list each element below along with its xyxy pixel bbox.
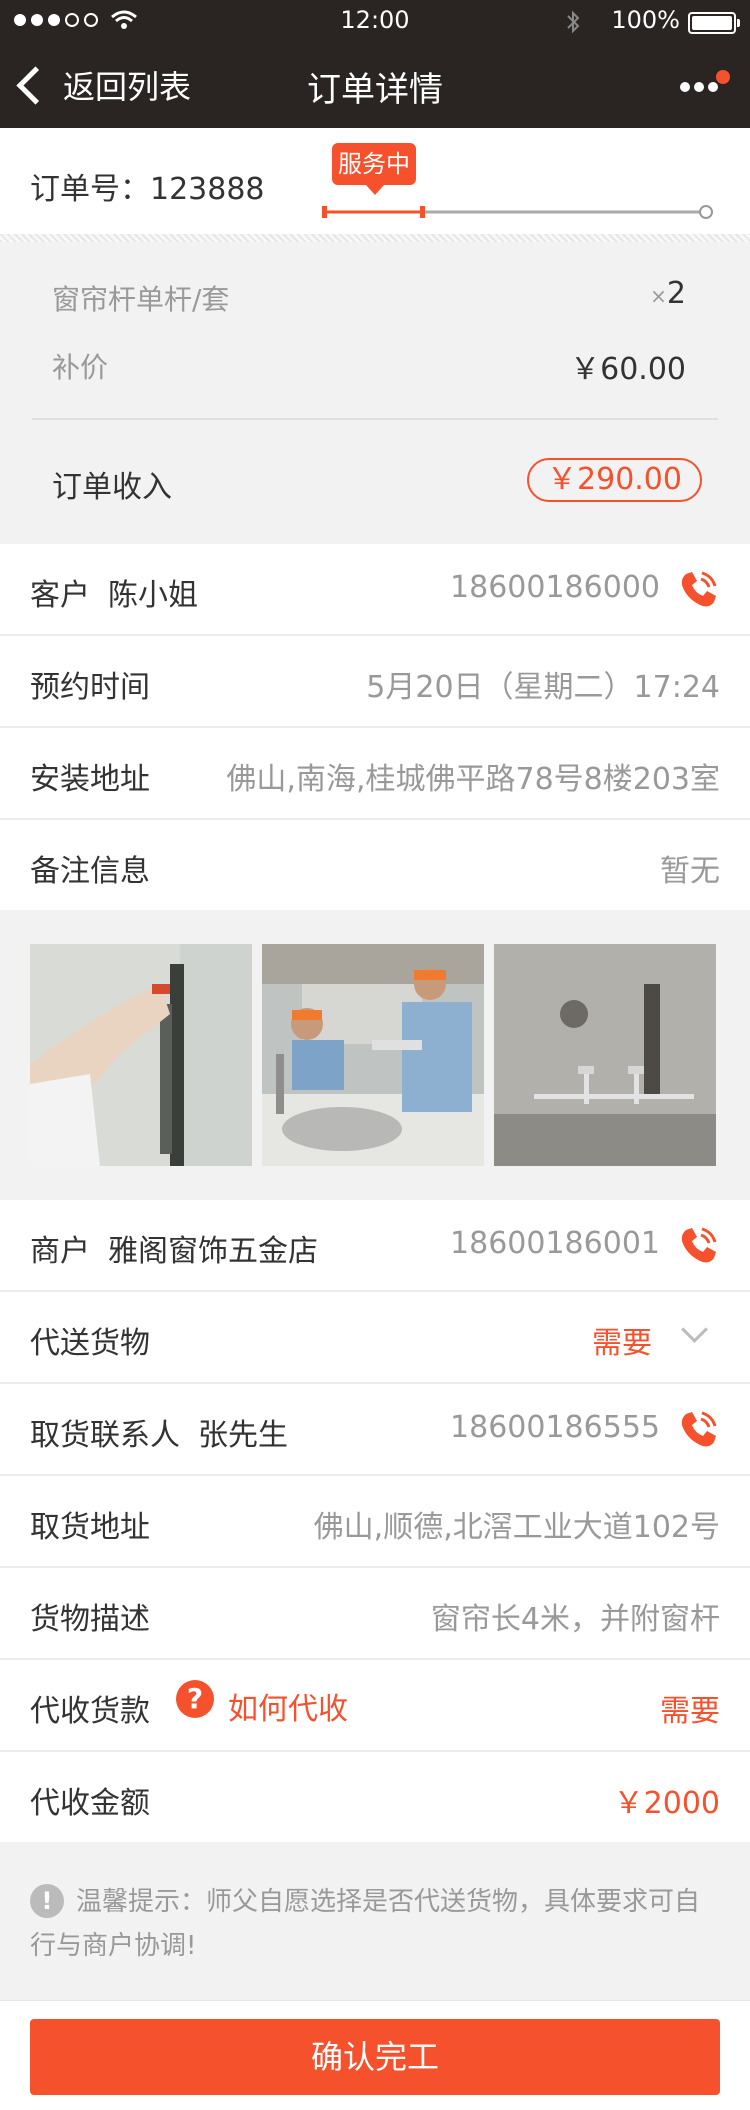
remarks-row: 备注信息 暂无 bbox=[0, 820, 750, 912]
phone-icon[interactable] bbox=[676, 1224, 720, 1268]
income-label: 订单收入 bbox=[52, 470, 172, 505]
hatch-divider bbox=[0, 234, 750, 242]
photo-workers-kitchen[interactable] bbox=[262, 944, 484, 1166]
goods-description-value: 窗帘长4米，并附窗杆 bbox=[430, 1602, 720, 1637]
photo-window-install[interactable] bbox=[30, 944, 252, 1166]
bluetooth-icon bbox=[567, 10, 580, 34]
item-quantity: ×2 bbox=[650, 276, 686, 311]
battery-percentage: 100% bbox=[611, 6, 680, 34]
header: 12:00 100% 返回列表 订单详情 bbox=[0, 0, 750, 128]
notice: ! 温馨提示：师父自愿选择是否代送货物，具体要求可自行与商户协调! bbox=[0, 1844, 750, 2000]
pickup-contact-label: 取货联系人 张先生 bbox=[30, 1418, 288, 1453]
cod-amount-row: 代收金额 ￥2000 bbox=[0, 1752, 750, 1842]
delivery-label: 代送货物 bbox=[30, 1326, 150, 1361]
goods-description-label: 货物描述 bbox=[30, 1602, 150, 1637]
phone-icon[interactable] bbox=[676, 1408, 720, 1452]
phone-icon[interactable] bbox=[676, 568, 720, 612]
cod-row: 代收货款 ? 如何代收 需要 bbox=[0, 1660, 750, 1752]
pickup-contact-row: 取货联系人 张先生 18600186555 bbox=[0, 1384, 750, 1476]
how-to-collect-link[interactable]: 如何代收 bbox=[228, 1684, 348, 1728]
more-menu-button[interactable] bbox=[680, 70, 730, 102]
photo-gallery bbox=[0, 910, 750, 1198]
remarks-label: 备注信息 bbox=[30, 854, 150, 889]
quantity-value: 2 bbox=[666, 276, 686, 311]
cod-label: 代收货款 bbox=[30, 1694, 150, 1729]
income-value: ￥290.00 bbox=[527, 458, 702, 502]
cod-amount-label: 代收金额 bbox=[30, 1786, 150, 1821]
item-name: 窗帘杆单杆/套 bbox=[52, 283, 230, 316]
quantity-prefix: × bbox=[650, 284, 667, 308]
pickup-address-label: 取货地址 bbox=[30, 1510, 150, 1545]
confirm-complete-button[interactable]: 确认完工 bbox=[30, 2019, 720, 2095]
supplement-value: ￥60.00 bbox=[570, 352, 686, 387]
divider bbox=[32, 418, 718, 420]
merchant-phone: 18600186001 bbox=[450, 1226, 660, 1261]
appointment-value: 5月20日（星期二）17:24 bbox=[366, 670, 720, 705]
battery-icon bbox=[688, 12, 740, 34]
install-address-value: 佛山,南海,桂城佛平路78号8楼203室 bbox=[226, 762, 720, 797]
navigation-bar: 返回列表 订单详情 bbox=[0, 44, 750, 128]
cod-value[interactable]: 需要 bbox=[660, 1686, 720, 1730]
install-address-row: 安装地址 佛山,南海,桂城佛平路78号8楼203室 bbox=[0, 728, 750, 820]
delivery-row[interactable]: 代送货物 需要 bbox=[0, 1292, 750, 1384]
order-number: 订单号：123888 bbox=[30, 172, 265, 207]
photo-wall-pipes[interactable] bbox=[494, 944, 716, 1166]
pickup-address-row: 取货地址 佛山,顺德,北滘工业大道102号 bbox=[0, 1476, 750, 1568]
order-progress-track bbox=[322, 205, 713, 219]
delivery-value: 需要 bbox=[592, 1326, 652, 1361]
appointment-row: 预约时间 5月20日（星期二）17:24 bbox=[0, 636, 750, 728]
chevron-down-icon bbox=[681, 1316, 708, 1343]
page-title: 订单详情 bbox=[307, 70, 443, 110]
question-icon[interactable]: ? bbox=[176, 1680, 214, 1718]
merchant-row: 商户 雅阁窗饰五金店 18600186001 bbox=[0, 1200, 750, 1292]
notice-text: 温馨提示：师父自愿选择是否代送货物，具体要求可自行与商户协调! bbox=[30, 1887, 701, 1961]
order-status-tip: 服务中 bbox=[332, 143, 416, 195]
footer: 确认完工 bbox=[0, 2000, 750, 2110]
goods-description-row: 货物描述 窗帘长4米，并附窗杆 bbox=[0, 1568, 750, 1660]
customer-label: 客户 陈小姐 bbox=[30, 578, 198, 613]
cod-amount-value: ￥2000 bbox=[613, 1786, 720, 1821]
pickup-address-value: 佛山,顺德,北滘工业大道102号 bbox=[313, 1510, 720, 1545]
install-address-label: 安装地址 bbox=[30, 762, 150, 797]
customer-row: 客户 陈小姐 18600186000 bbox=[0, 544, 750, 636]
appointment-label: 预约时间 bbox=[30, 670, 150, 705]
status-bar: 12:00 100% bbox=[0, 0, 750, 44]
remarks-value: 暂无 bbox=[660, 854, 720, 889]
merchant-label: 商户 雅阁窗饰五金店 bbox=[30, 1234, 318, 1269]
customer-phone: 18600186000 bbox=[450, 570, 660, 605]
supplement-label: 补价 bbox=[52, 351, 109, 384]
goods-summary: 窗帘杆单杆/套 ×2 补价 ￥60.00 订单收入 ￥290.00 bbox=[0, 242, 750, 542]
notification-dot bbox=[716, 70, 730, 84]
pickup-contact-phone: 18600186555 bbox=[450, 1410, 660, 1445]
